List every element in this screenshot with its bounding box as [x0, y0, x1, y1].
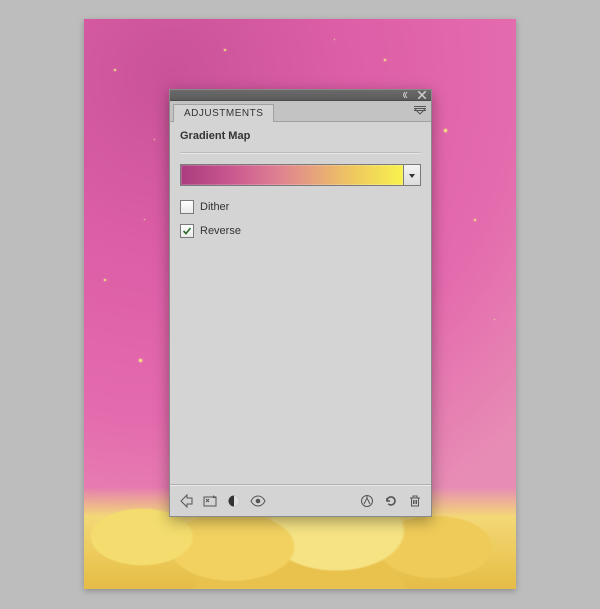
layer-mask-icon: [226, 493, 242, 509]
star: [144, 219, 145, 220]
panel-body: Gradient Map Dither Reverse: [170, 122, 431, 484]
back-arrow-icon: [178, 493, 194, 509]
visibility-button[interactable]: [246, 490, 270, 512]
eye-icon: [250, 493, 266, 509]
layer-mask-button[interactable]: [222, 490, 246, 512]
dither-row: Dither: [180, 200, 421, 214]
reset-button[interactable]: [379, 490, 403, 512]
back-button[interactable]: [174, 490, 198, 512]
star: [494, 319, 495, 320]
close-icon[interactable]: [417, 91, 427, 99]
delete-button[interactable]: [403, 490, 427, 512]
panel-footer: [170, 486, 431, 516]
panel-body-spacer: [180, 248, 421, 478]
reset-icon: [383, 493, 399, 509]
section-title: Gradient Map: [180, 130, 421, 142]
star: [444, 129, 447, 132]
checkmark-icon: [182, 226, 192, 236]
gradient-preview[interactable]: [180, 164, 404, 186]
expand-view-icon: [202, 493, 218, 509]
collapse-icon[interactable]: [403, 91, 413, 99]
dither-label: Dither: [200, 201, 229, 213]
star: [384, 59, 386, 61]
reverse-checkbox[interactable]: [180, 224, 194, 238]
reverse-row: Reverse: [180, 224, 421, 238]
star: [154, 139, 155, 140]
dither-checkbox[interactable]: [180, 200, 194, 214]
star: [104, 279, 106, 281]
star: [334, 39, 335, 40]
panel-chrome[interactable]: [170, 90, 431, 101]
divider: [180, 152, 421, 154]
gradient-picker-dropdown[interactable]: [404, 164, 421, 186]
expand-view-button[interactable]: [198, 490, 222, 512]
star: [474, 219, 476, 221]
panel-tab-bar: ADJUSTMENTS: [170, 101, 431, 122]
star: [224, 49, 226, 51]
trash-icon: [407, 493, 423, 509]
chevron-down-icon: [409, 169, 415, 181]
reverse-label: Reverse: [200, 225, 241, 237]
gradient-row: [180, 164, 421, 186]
adjustments-panel: ADJUSTMENTS Gradient Map Dither: [169, 89, 432, 517]
clip-to-layer-button[interactable]: [355, 490, 379, 512]
star: [139, 359, 142, 362]
tab-label: ADJUSTMENTS: [184, 108, 263, 119]
panel-menu-icon[interactable]: [413, 104, 427, 118]
star: [114, 69, 116, 71]
clip-to-layer-icon: [359, 493, 375, 509]
tab-adjustments[interactable]: ADJUSTMENTS: [173, 104, 274, 122]
